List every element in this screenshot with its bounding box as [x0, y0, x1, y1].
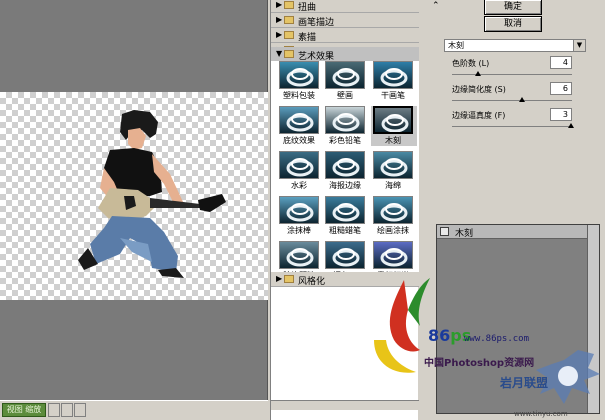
category-stylize[interactable]: ▶ 风格化	[271, 272, 419, 287]
edge-simplicity-input[interactable]: 6	[550, 82, 572, 95]
status-button[interactable]	[48, 403, 60, 417]
category-sketch[interactable]: ▶ 素描	[271, 28, 419, 43]
filter-thumb-image	[373, 196, 413, 224]
expand-arrow-icon: ▶	[276, 274, 283, 283]
filter-thumb-image	[325, 196, 365, 224]
levels-input[interactable]: 4	[550, 56, 572, 69]
filter-thumb-label: 水彩	[291, 181, 307, 190]
cancel-button[interactable]: 取消	[484, 16, 542, 32]
folder-icon	[284, 1, 294, 9]
status-button[interactable]	[61, 403, 73, 417]
filter-thumb[interactable]: 水彩	[277, 151, 323, 191]
list-scrollbar[interactable]	[271, 400, 419, 410]
filter-thumb-image	[373, 106, 413, 134]
settings-panel: ⌃ 确定 取消 木刻 ▼ 色阶数 (L) 4 边缘简化度 (S) 6 边缘逼真度…	[420, 0, 605, 420]
expand-arrow-icon: ▶	[276, 15, 283, 24]
filter-thumb-label: 海绵	[385, 181, 401, 190]
preview-panel: 视图 缩放	[0, 0, 268, 420]
filter-thumbnails: 塑料包装壁画干画笔底纹效果彩色铅笔木刻水彩海报边缘海绵涂抹棒粗糙蜡笔绘画涂抹胶片…	[271, 61, 419, 280]
filter-gallery-list: ▶ 扭曲 ▶ 画笔描边 ▶ 素描 ▶ 纹理 ▼ 艺术效果 塑料包装壁画干画笔底纹…	[270, 0, 419, 420]
edge-simplicity-slider[interactable]	[452, 97, 572, 102]
filter-thumb-label: 木刻	[385, 136, 401, 145]
filter-thumb-label: 粗糙蜡笔	[329, 226, 361, 235]
folder-icon	[284, 275, 294, 283]
filter-thumb[interactable]: 粗糙蜡笔	[323, 196, 369, 236]
levels-label: 色阶数 (L)	[452, 59, 490, 68]
filter-thumb[interactable]: 海绵	[371, 151, 417, 191]
filter-select-value: 木刻	[448, 41, 464, 50]
filter-thumb-image	[373, 241, 413, 269]
zoom-button[interactable]: 视图 缩放	[2, 403, 46, 417]
filter-thumb-label: 塑料包装	[283, 91, 315, 100]
dropdown-arrow-icon: ▼	[573, 40, 585, 51]
folder-icon	[284, 31, 294, 39]
collapse-arrow-icon: ▼	[276, 49, 283, 58]
filter-thumb-image	[325, 106, 365, 134]
filter-thumb[interactable]: 干画笔	[371, 61, 417, 101]
filter-thumb-image	[279, 106, 319, 134]
expand-arrow-icon: ▶	[276, 30, 283, 39]
filter-thumb[interactable]: 彩色铅笔	[323, 106, 369, 146]
filter-thumb-label: 壁画	[337, 91, 353, 100]
category-distort[interactable]: ▶ 扭曲	[271, 0, 419, 13]
edge-fidelity-input[interactable]: 3	[550, 108, 572, 121]
effect-layers-panel: 木刻	[436, 224, 600, 414]
filter-thumb-image	[325, 241, 365, 269]
filter-thumb-label: 涂抹棒	[287, 226, 311, 235]
filter-thumb[interactable]: 绘画涂抹	[371, 196, 417, 236]
category-brush-strokes[interactable]: ▶ 画笔描边	[271, 13, 419, 28]
filter-thumb-image	[279, 241, 319, 269]
guitarist-image	[78, 110, 226, 278]
filter-thumb-image	[373, 151, 413, 179]
visibility-icon[interactable]	[440, 227, 449, 236]
filter-thumb[interactable]: 木刻	[371, 106, 417, 146]
filter-thumb-image	[325, 61, 365, 89]
slider-knob[interactable]	[518, 97, 525, 102]
filter-thumb[interactable]: 塑料包装	[277, 61, 323, 101]
filter-thumb-image	[279, 61, 319, 89]
filter-thumb[interactable]: 底纹效果	[277, 106, 323, 146]
filter-thumb[interactable]: 壁画	[323, 61, 369, 101]
filter-thumb-label: 海报边缘	[329, 181, 361, 190]
category-artistic[interactable]: ▼ 艺术效果	[271, 47, 419, 62]
layers-scrollbar[interactable]	[587, 225, 599, 413]
status-button[interactable]	[74, 403, 86, 417]
folder-open-icon	[284, 50, 294, 58]
filter-thumb[interactable]: 涂抹棒	[277, 196, 323, 236]
filter-thumb-label: 干画笔	[381, 91, 405, 100]
ok-button[interactable]: 确定	[484, 0, 542, 15]
edge-simplicity-label: 边缘简化度 (S)	[452, 85, 506, 94]
filter-thumb-label: 彩色铅笔	[329, 136, 361, 145]
slider-knob[interactable]	[567, 123, 574, 128]
filter-thumb-label: 底纹效果	[283, 136, 315, 145]
filter-thumb-image	[279, 151, 319, 179]
folder-icon	[284, 16, 294, 24]
slider-knob[interactable]	[475, 71, 482, 76]
edge-fidelity-slider[interactable]	[452, 123, 574, 128]
expand-arrow-icon: ▶	[276, 0, 283, 9]
status-bar: 视图 缩放	[0, 400, 268, 420]
filter-thumb[interactable]: 海报边缘	[323, 151, 369, 191]
filter-thumb-label: 绘画涂抹	[377, 226, 409, 235]
effect-layer-row[interactable]: 木刻	[437, 225, 587, 239]
effect-layer-name: 木刻	[455, 229, 474, 239]
collapse-icon[interactable]: ⌃	[432, 1, 440, 11]
filter-select[interactable]: 木刻 ▼	[444, 39, 586, 52]
filter-thumb-image	[325, 151, 365, 179]
edge-fidelity-label: 边缘逼真度 (F)	[452, 111, 506, 120]
filter-thumb-image	[373, 61, 413, 89]
filter-thumb-image	[279, 196, 319, 224]
preview-canvas[interactable]	[0, 92, 268, 300]
levels-slider[interactable]	[452, 71, 572, 76]
